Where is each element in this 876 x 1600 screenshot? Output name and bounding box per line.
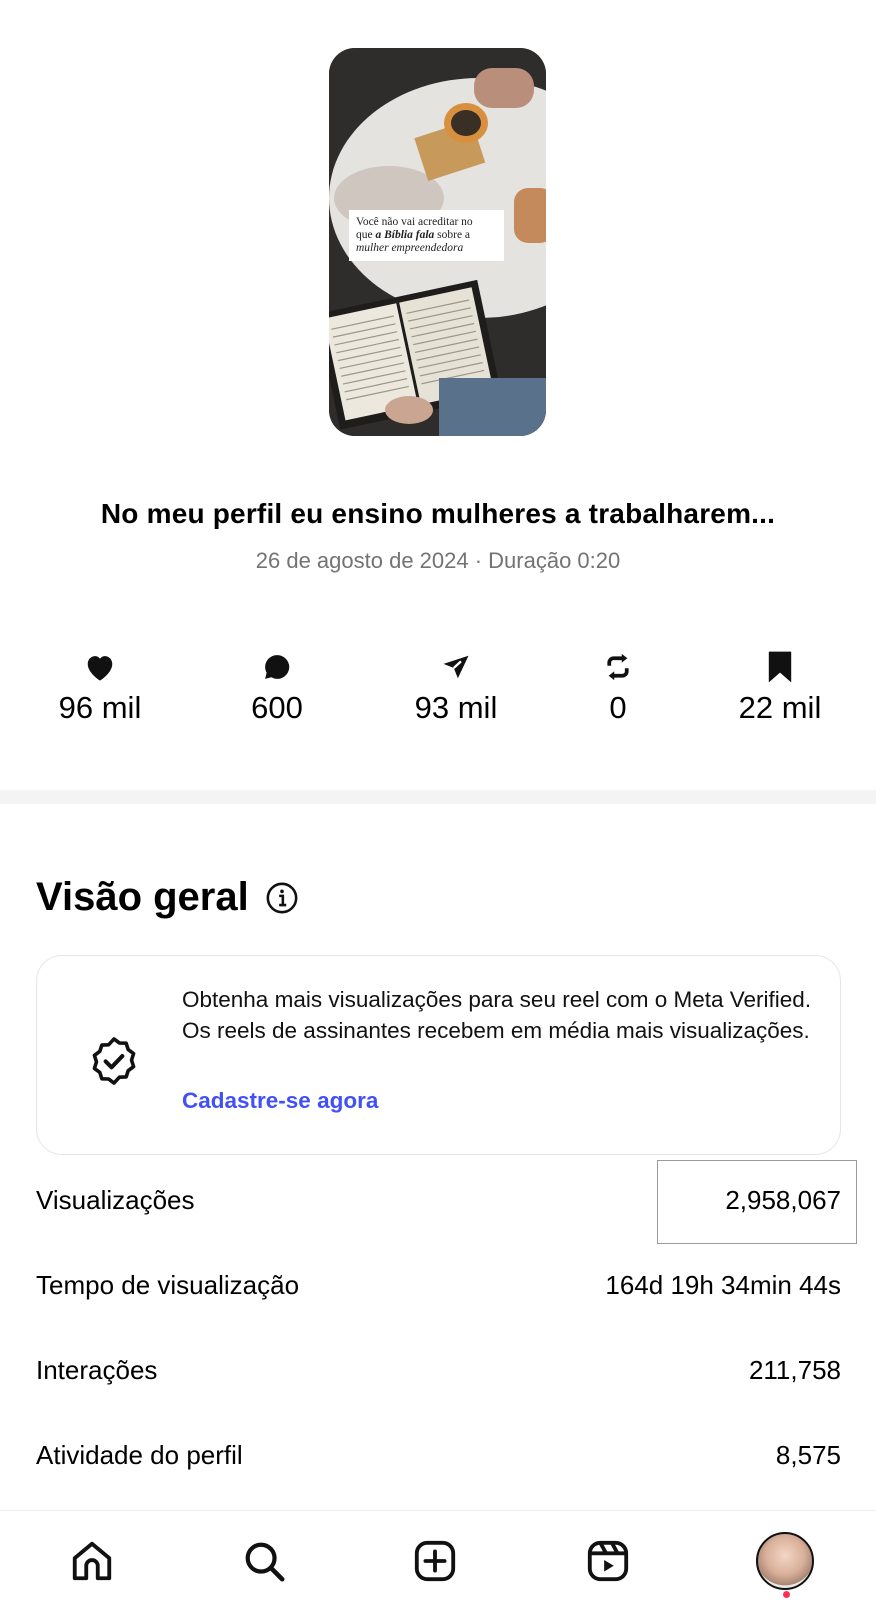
signup-link[interactable]: Cadastre-se agora [182,1088,378,1114]
nav-search[interactable] [234,1531,294,1591]
create-icon [414,1540,456,1582]
metric-row-watch-time: Tempo de visualização 164d 19h 34min 44s [36,1265,841,1305]
stat-comments: 600 [207,650,347,726]
metric-row-views: Visualizações 2,958,067 [36,1180,841,1220]
reel-thumbnail[interactable]: Você não vai acreditar no que a Bíblia f… [329,48,546,436]
metric-row-profile-activity: Atividade do perfil 8,575 [36,1435,841,1475]
thumbnail-caption: Você não vai acreditar no que a Bíblia f… [349,210,504,261]
metric-value: 8,575 [775,1439,841,1470]
heart-icon [87,656,113,681]
metric-value: 2,958,067 [725,1184,841,1215]
home-icon [72,1541,112,1581]
nav-profile[interactable] [755,1531,815,1591]
promo-text: Obtenha mais visualizações para seu reel… [182,987,812,1043]
bottom-nav [0,1510,876,1600]
metric-label: Visualizações [36,1184,195,1215]
stat-reposts-value: 0 [609,690,627,725]
metric-value: 164d 19h 34min 44s [605,1269,841,1300]
nav-home[interactable] [62,1531,122,1591]
overview-heading: Visão geral [36,875,299,920]
engagement-stats: 96 mil 600 93 mil 0 22 mil [0,650,876,730]
stat-comments-value: 600 [251,690,303,725]
stat-likes: 96 mil [30,650,170,726]
comment-icon [265,655,290,679]
reel-insights-screen: Você não vai acreditar no que a Bíblia f… [0,0,876,1600]
search-icon [245,1542,285,1582]
section-divider [0,790,876,804]
nav-reels[interactable] [578,1531,638,1591]
send-icon [443,655,469,679]
nav-create[interactable] [405,1531,465,1591]
reel-title: No meu perfil eu ensino mulheres a traba… [100,498,776,529]
metric-row-interactions: Interações 211,758 [36,1350,841,1390]
overview-title: Visão geral [36,875,249,919]
stat-shares: 93 mil [386,650,526,726]
metric-label: Tempo de visualização [36,1269,300,1300]
stat-reposts: 0 [548,650,688,726]
repost-icon [607,653,629,681]
stat-shares-value: 93 mil [414,690,498,725]
metric-label: Atividade do perfil [36,1439,243,1470]
notification-dot [783,1591,790,1598]
verified-badge-icon [87,1034,141,1093]
meta-verified-promo: Obtenha mais visualizações para seu reel… [36,955,841,1155]
info-icon[interactable] [265,881,299,915]
bookmark-icon [768,651,792,683]
metric-label: Interações [36,1354,158,1385]
stat-likes-value: 96 mil [58,690,142,725]
reels-icon [587,1540,629,1582]
profile-avatar [756,1532,814,1590]
stat-saves-value: 22 mil [738,690,822,725]
metric-value: 211,758 [748,1354,841,1385]
reel-meta: 26 de agosto de 2024 · Duração 0:20 [255,548,621,573]
stat-saves: 22 mil [710,650,850,726]
